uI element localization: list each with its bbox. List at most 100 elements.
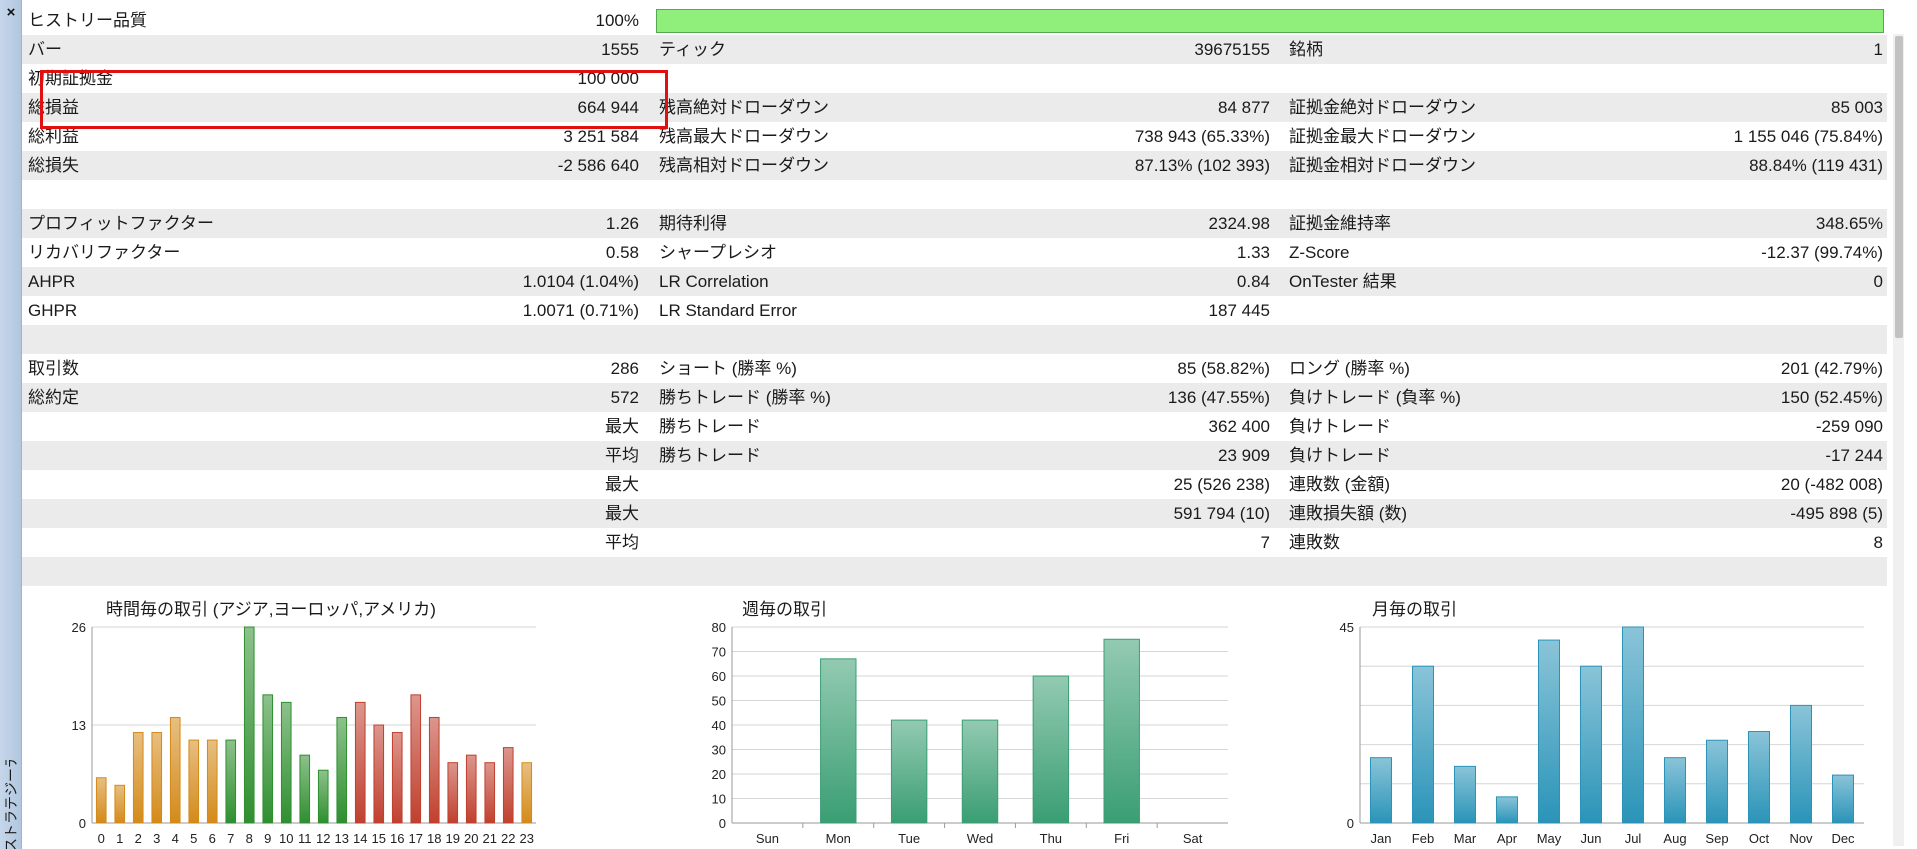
x-tick-label: 4: [172, 831, 179, 846]
x-tick-label: 14: [353, 831, 367, 846]
x-tick-label: 7: [227, 831, 234, 846]
bar-21: [484, 762, 496, 824]
stat-value-3: 0: [1873, 272, 1883, 291]
bar-Mar: [1454, 765, 1476, 824]
x-tick-label: Feb: [1412, 831, 1434, 846]
stat-value-2: 23 909: [1218, 446, 1270, 465]
y-tick-label: 30: [712, 743, 726, 758]
y-tick-label: 70: [712, 645, 726, 660]
stat-value-1: -2 586 640: [557, 156, 639, 175]
stat-label-1: バー: [28, 40, 62, 59]
stat-label-3: ロング (勝率 %): [1289, 359, 1410, 378]
weekly-trades-chart: 週毎の取引 0 10 20 30 40 50 60 70 80 Sun Mon Tue Wed Thu Fri…: [688, 591, 1248, 849]
stat-value-1: 最大: [605, 417, 639, 436]
stat-label-2: LR Standard Error: [659, 301, 797, 320]
x-tick-label: Tue: [898, 831, 920, 846]
stats-row: 総損失 -2 586 640 残高相対ドローダウン 87.13% (102 393) 証…: [22, 151, 1887, 180]
stats-row: バー 1555 ティック 39675155 銘柄 1: [22, 35, 1887, 64]
stat-label-2: ショート (勝率 %): [659, 359, 797, 378]
weekly-chart-svg: 週毎の取引 0 10 20 30 40 50 60 70 80 Sun Mon Tue Wed Thu Fri…: [712, 600, 1228, 846]
stat-value-1: 最大: [605, 504, 639, 523]
stat-value-2: 136 (47.55%): [1167, 388, 1270, 407]
stat-value-3: 348.65%: [1815, 214, 1883, 233]
bar-4: [169, 716, 181, 824]
bar-15: [373, 724, 385, 824]
stats-row: 最大 591 794 (10) 連敗損失額 (数) -495 898 (5): [22, 499, 1887, 528]
chart-title: 週毎の取引: [742, 600, 827, 619]
stat-label-1: ヒストリー品質: [28, 11, 147, 30]
stats-row: ヒストリー品質 100%: [22, 6, 1887, 35]
stat-value-1: 664 944: [577, 98, 639, 117]
stat-value-3: -495 898 (5): [1790, 504, 1883, 523]
stats-row: 取引数 286 ショート (勝率 %) 85 (58.82%) ロング (勝率 %) 20…: [22, 354, 1887, 383]
y-tick-label: 26: [72, 620, 86, 635]
bar-2: [132, 732, 144, 824]
stat-value-1: 572: [610, 388, 639, 407]
stat-value-2: 362 400: [1208, 417, 1270, 436]
stat-label-3: 証拠金相対ドローダウン: [1289, 156, 1476, 175]
stat-label-1: 取引数: [28, 359, 79, 378]
stat-value-1: 3 251 584: [563, 127, 639, 146]
stat-value-3: 1 155 046 (75.84%): [1733, 127, 1883, 146]
stat-label-3: Z-Score: [1289, 243, 1350, 262]
y-tick-label: 0: [719, 816, 726, 831]
x-tick-label: 10: [279, 831, 293, 846]
x-tick-label: 17: [409, 831, 423, 846]
stat-value-1: 0.58: [605, 243, 639, 262]
stats-row: 平均 勝ちトレード 23 909 負けトレード -17 244: [22, 441, 1887, 470]
stat-label-2: シャープレシオ: [659, 243, 777, 262]
x-tick-label: 23: [520, 831, 534, 846]
x-tick-label: 2: [135, 831, 142, 846]
stat-label-2: 残高絶対ドローダウン: [659, 98, 829, 117]
y-tick-label: 13: [72, 718, 86, 733]
close-icon[interactable]: ×: [2, 4, 20, 22]
x-tick-label: Sat: [1183, 831, 1203, 846]
stat-label-3: 連敗数: [1289, 533, 1340, 552]
stat-value-3: 88.84% (119 431): [1749, 156, 1883, 175]
stat-value-1: 平均: [605, 533, 639, 552]
chart-title: 月毎の取引: [1372, 600, 1457, 619]
stat-label-2: 勝ちトレード: [659, 417, 761, 436]
hourly-chart-svg: 時間毎の取引 (アジア,ヨーロッパ,アメリカ)013260 1 2 3 4 5 6 7 8 9 10…: [72, 600, 536, 846]
stat-label-2: 期待利得: [659, 214, 727, 233]
bar-18: [428, 716, 440, 824]
bar-Dec: [1832, 774, 1854, 824]
stat-label-3: 証拠金維持率: [1289, 214, 1391, 233]
stat-value-2: 1.33: [1236, 243, 1270, 262]
scrollbar-thumb[interactable]: [1895, 36, 1903, 338]
x-tick-label: 19: [446, 831, 460, 846]
x-tick-label: Oct: [1749, 831, 1770, 846]
stat-value-3: -12.37 (99.74%): [1761, 243, 1883, 262]
x-tick-label: 21: [483, 831, 497, 846]
stats-row: GHPR 1.0071 (0.71%) LR Standard Error 187 4…: [22, 296, 1887, 325]
stat-label-3: 銘柄: [1289, 40, 1323, 59]
y-tick-label: 60: [712, 669, 726, 684]
stat-value-3: 201 (42.79%): [1780, 359, 1883, 378]
bar-13: [336, 716, 348, 824]
bar-19: [447, 762, 459, 824]
x-tick-label: 9: [264, 831, 271, 846]
stat-label-2: LR Correlation: [659, 272, 769, 291]
stat-label-3: 連敗損失額 (数): [1289, 504, 1408, 523]
bar-Sep: [1706, 739, 1728, 824]
stats-row: 総利益 3 251 584 残高最大ドローダウン 738 943 (65.33%) 証拠…: [22, 122, 1887, 151]
stat-label-1: AHPR: [28, 272, 76, 291]
chart-title: 時間毎の取引 (アジア,ヨーロッパ,アメリカ): [106, 600, 436, 619]
bar-Thu: [1032, 675, 1070, 824]
stat-value-2: 187 445: [1208, 301, 1270, 320]
stat-value-2: 85 (58.82%): [1177, 359, 1270, 378]
stats-row: 最大 25 (526 238) 連敗数 (金額) 20 (-482 008): [22, 470, 1887, 499]
stat-value-3: 1: [1873, 40, 1883, 59]
stat-label-1: プロフィットファクター: [28, 214, 214, 233]
x-tick-label: Mar: [1454, 831, 1477, 846]
stat-value-2: 7: [1260, 533, 1270, 552]
stats-row: [22, 557, 1887, 586]
stats-row: 平均 7 連敗数 8: [22, 528, 1887, 557]
stat-value-2: 0.84: [1236, 272, 1270, 291]
stats-row: 総約定 572 勝ちトレード (勝率 %) 136 (47.55%) 負けトレード (負…: [22, 383, 1887, 412]
stat-value-1: 100 000: [577, 69, 639, 88]
stat-value-3: -17 244: [1825, 446, 1883, 465]
stat-value-1: 平均: [605, 446, 639, 465]
stats-row: プロフィットファクター 1.26 期待利得 2324.98 証拠金維持率 348.65%: [22, 209, 1887, 238]
x-tick-label: 13: [335, 831, 349, 846]
